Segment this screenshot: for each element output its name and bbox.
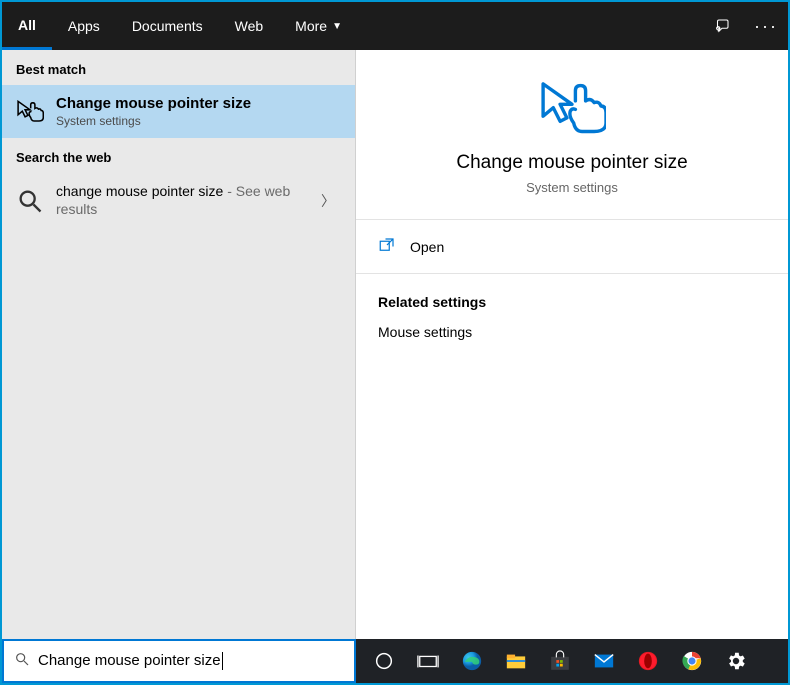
taskbar (356, 639, 788, 683)
task-view-icon[interactable] (406, 639, 450, 683)
detail-pane: Change mouse pointer size System setting… (356, 50, 788, 639)
open-label: Open (410, 239, 444, 255)
edge-icon[interactable] (450, 639, 494, 683)
tab-apps-label: Apps (68, 18, 100, 34)
tab-documents-label: Documents (132, 18, 203, 34)
chrome-icon[interactable] (670, 639, 714, 683)
result-subtitle: System settings (56, 114, 341, 128)
result-title: Change mouse pointer size (56, 95, 341, 112)
tab-apps[interactable]: Apps (52, 2, 116, 50)
opera-icon[interactable] (626, 639, 670, 683)
pointer-size-icon (16, 98, 44, 126)
related-heading: Related settings (378, 294, 766, 310)
tab-all[interactable]: All (2, 2, 52, 50)
tab-documents[interactable]: Documents (116, 2, 219, 50)
pointer-size-icon (538, 78, 606, 134)
tab-web[interactable]: Web (219, 2, 280, 50)
results-pane: Best match Change mouse pointer size Sys… (2, 50, 356, 639)
result-best-match[interactable]: Change mouse pointer size System setting… (2, 85, 355, 138)
tab-web-label: Web (235, 18, 264, 34)
open-icon (378, 236, 396, 257)
search-icon (16, 187, 44, 215)
detail-title: Change mouse pointer size (456, 152, 687, 174)
settings-icon[interactable] (714, 639, 758, 683)
cortana-icon[interactable] (362, 639, 406, 683)
microsoft-store-icon[interactable] (538, 639, 582, 683)
search-text: Change mouse pointer size (38, 652, 223, 670)
search-web-header: Search the web (2, 138, 355, 173)
detail-subtitle: System settings (526, 180, 618, 195)
related-mouse-settings[interactable]: Mouse settings (378, 324, 766, 340)
mail-icon[interactable] (582, 639, 626, 683)
open-action[interactable]: Open (356, 220, 788, 274)
tab-more[interactable]: More ▼ (279, 2, 358, 50)
search-tabs: All Apps Documents Web More ▼ ··· (2, 2, 788, 50)
tab-all-label: All (18, 17, 36, 33)
web-result-query: change mouse pointer size (56, 183, 223, 199)
result-web-search[interactable]: change mouse pointer size - See web resu… (2, 173, 355, 229)
chevron-right-icon: 〉 (321, 191, 341, 211)
chevron-down-icon: ▼ (332, 21, 342, 32)
feedback-icon[interactable] (700, 2, 744, 50)
more-options-icon[interactable]: ··· (744, 2, 788, 50)
best-match-header: Best match (2, 50, 355, 85)
file-explorer-icon[interactable] (494, 639, 538, 683)
search-icon (14, 651, 30, 672)
search-input[interactable]: Change mouse pointer size (2, 639, 356, 683)
tab-more-label: More (295, 18, 327, 34)
